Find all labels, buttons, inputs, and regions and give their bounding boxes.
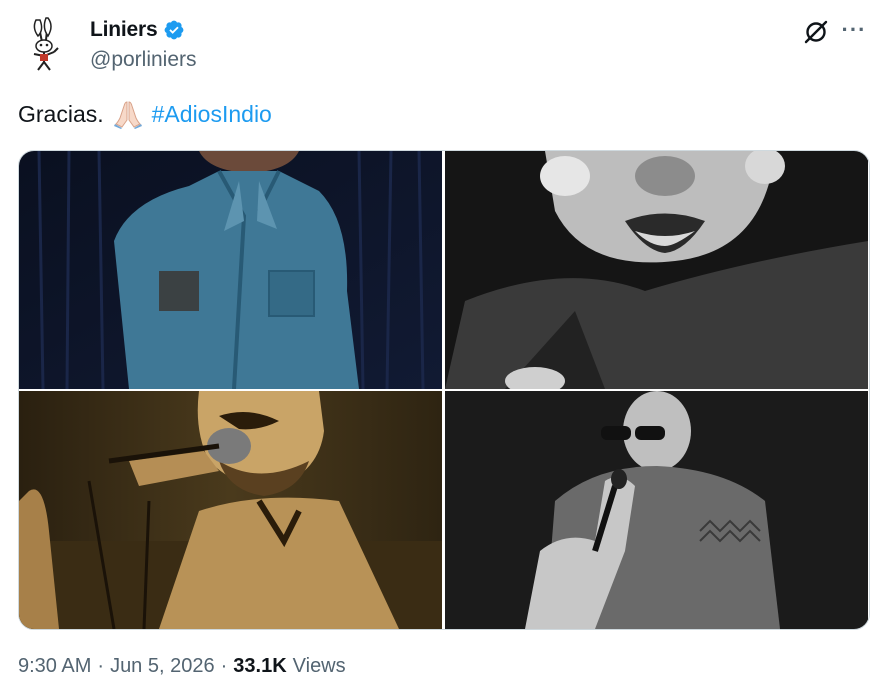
tweet-time[interactable]: 9:30 AM <box>18 655 91 678</box>
tweet-date[interactable]: Jun 5, 2026 <box>110 655 215 678</box>
name-row: Liniers <box>90 18 185 42</box>
more-icon[interactable]: ··· <box>840 18 868 46</box>
folded-hands-icon <box>113 101 142 129</box>
views-count: 33.1K <box>233 655 287 677</box>
photo-4[interactable] <box>445 391 868 629</box>
avatar[interactable] <box>18 16 78 76</box>
verified-badge-icon[interactable] <box>163 19 185 41</box>
meta-separator: · <box>220 655 228 677</box>
avatar-rabbit-icon <box>18 16 78 76</box>
photo-2-image <box>445 151 868 389</box>
author-handle[interactable]: @porliniers <box>90 48 197 72</box>
meta-separator: · <box>97 655 105 677</box>
photo-3-image <box>19 391 442 629</box>
views-label: Views <box>292 655 346 677</box>
photo-4-image <box>445 391 868 629</box>
tweet-header: Liniers @porliniers ··· <box>18 14 868 76</box>
photo-1-image <box>19 151 442 389</box>
hashtag-link[interactable]: #AdiosIndio <box>152 101 272 128</box>
photo-3[interactable] <box>19 391 442 629</box>
grok-icon[interactable] <box>802 18 830 46</box>
photo-2[interactable] <box>445 151 868 389</box>
media-grid <box>18 150 870 630</box>
tweet-meta: 9:30 AM · Jun 5, 2026 · 33.1K Views <box>18 655 346 678</box>
tweet-text: Gracias. #AdiosIndio <box>18 98 272 130</box>
tweet-body: Gracias. <box>18 100 104 127</box>
photo-1[interactable] <box>19 151 442 389</box>
author-name[interactable]: Liniers <box>90 18 158 42</box>
